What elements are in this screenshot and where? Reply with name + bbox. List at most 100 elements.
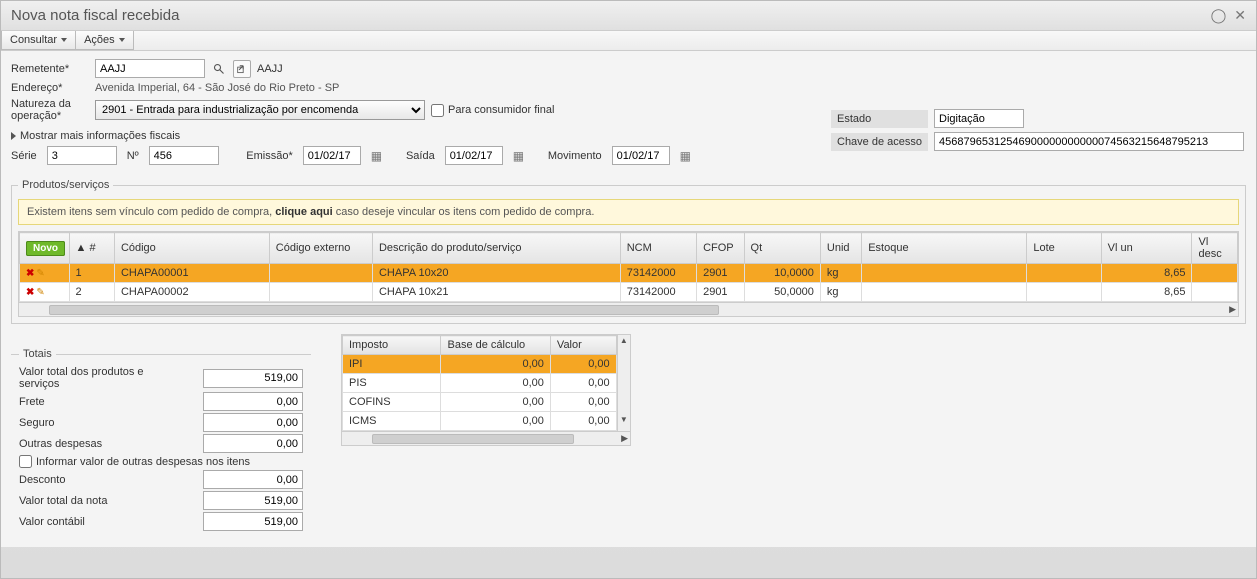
scroll-right-icon[interactable]: ▶: [1229, 304, 1236, 315]
col-imposto[interactable]: Imposto: [343, 336, 441, 355]
numero-input[interactable]: [149, 146, 219, 165]
totais-fieldset: Totais Valor total dos produtos e serviç…: [11, 348, 311, 539]
col-cfop[interactable]: CFOP: [697, 233, 744, 264]
tax-horizontal-scrollbar[interactable]: ▶: [342, 431, 630, 445]
natureza-label: Natureza da operação: [11, 98, 91, 122]
calendar-icon[interactable]: ▦: [513, 149, 524, 163]
cell-base: 0,00: [441, 355, 550, 374]
valor-nota-label: Valor total da nota: [19, 495, 107, 507]
menu-acoes[interactable]: Ações: [75, 31, 134, 50]
seguro-label: Seguro: [19, 417, 54, 429]
search-icon[interactable]: [211, 61, 227, 77]
cell-estoque: [862, 283, 1027, 302]
tax-table: Imposto Base de cálculo Valor IPI0,000,0…: [342, 335, 617, 431]
tax-row[interactable]: COFINS0,000,00: [343, 393, 617, 412]
notice-post: caso deseje vincular os itens com pedido…: [333, 206, 595, 218]
cell-valor: 0,00: [550, 374, 616, 393]
col-qt[interactable]: Qt: [744, 233, 820, 264]
numero-label: Nº: [127, 150, 139, 162]
col-cod-ext[interactable]: Código externo: [269, 233, 372, 264]
scroll-thumb[interactable]: [49, 305, 719, 315]
informar-checkbox[interactable]: Informar valor de outras despesas nos it…: [19, 455, 303, 468]
endereco-label: Endereço: [11, 82, 91, 94]
serie-input[interactable]: [47, 146, 117, 165]
cell-qt: 50,0000: [744, 283, 820, 302]
chave-field[interactable]: [934, 132, 1244, 151]
external-link-icon[interactable]: [233, 60, 251, 78]
calendar-icon[interactable]: ▦: [371, 149, 382, 163]
cell-lote: [1027, 283, 1101, 302]
consumidor-check-input[interactable]: [431, 104, 444, 117]
valor-nota-input[interactable]: [203, 491, 303, 510]
col-ncm[interactable]: NCM: [620, 233, 696, 264]
desconto-input[interactable]: [203, 470, 303, 489]
col-codigo[interactable]: Código: [114, 233, 269, 264]
seguro-input[interactable]: [203, 413, 303, 432]
chave-label: Chave de acesso: [831, 133, 928, 151]
cell-imposto: COFINS: [343, 393, 441, 412]
totais-legend: Totais: [19, 348, 56, 360]
serie-label: Série: [11, 150, 37, 162]
table-row[interactable]: ✖ ✎1CHAPA00001CHAPA 10x2073142000290110,…: [20, 264, 1238, 283]
calendar-icon[interactable]: ▦: [680, 149, 691, 163]
mostrar-mais-info[interactable]: Mostrar mais informações fiscais: [11, 130, 691, 142]
tax-row[interactable]: PIS0,000,00: [343, 374, 617, 393]
menu-consultar[interactable]: Consultar: [1, 31, 76, 50]
col-vlun[interactable]: Vl un: [1101, 233, 1192, 264]
delete-icon[interactable]: ✖: [26, 287, 34, 298]
table-row[interactable]: ✖ ✎2CHAPA00002CHAPA 10x2173142000290150,…: [20, 283, 1238, 302]
valor-total-input[interactable]: [203, 369, 303, 388]
vertical-scrollbar[interactable]: ▲ ▼: [617, 335, 630, 431]
estado-field[interactable]: [934, 109, 1024, 128]
remetente-input[interactable]: [95, 59, 205, 78]
saida-input[interactable]: [445, 146, 503, 165]
cell-valor: 0,00: [550, 355, 616, 374]
notice-link[interactable]: clique aqui: [275, 206, 332, 218]
col-lote[interactable]: Lote: [1027, 233, 1101, 264]
col-num[interactable]: ▲ #: [69, 233, 114, 264]
tax-row[interactable]: IPI0,000,00: [343, 355, 617, 374]
scroll-up-icon[interactable]: ▲: [618, 335, 630, 346]
cell-codigo: CHAPA00001: [114, 264, 269, 283]
valor-contabil-label: Valor contábil: [19, 516, 85, 528]
edit-icon[interactable]: ✎: [36, 287, 44, 298]
cell-ncm: 73142000: [620, 264, 696, 283]
edit-icon[interactable]: ✎: [36, 268, 44, 279]
movimento-input[interactable]: [612, 146, 670, 165]
tax-row[interactable]: ICMS0,000,00: [343, 412, 617, 431]
cell-imposto: IPI: [343, 355, 441, 374]
novo-button[interactable]: Novo: [26, 241, 65, 256]
cell-base: 0,00: [441, 412, 550, 431]
valor-contabil-input[interactable]: [203, 512, 303, 531]
informar-check-input[interactable]: [19, 455, 32, 468]
col-estoque[interactable]: Estoque: [862, 233, 1027, 264]
scroll-thumb[interactable]: [372, 434, 574, 444]
scroll-down-icon[interactable]: ▼: [618, 414, 630, 425]
col-unid[interactable]: Unid: [820, 233, 861, 264]
valor-total-label: Valor total dos produtos e serviços: [19, 366, 159, 390]
cell-imposto: ICMS: [343, 412, 441, 431]
products-table-wrap: Novo ▲ # Código Código externo Descrição…: [18, 231, 1239, 317]
col-descricao[interactable]: Descrição do produto/serviço: [372, 233, 620, 264]
consumidor-checkbox[interactable]: Para consumidor final: [431, 104, 554, 117]
col-valor[interactable]: Valor: [550, 336, 616, 355]
window-title: Nova nota fiscal recebida: [11, 7, 179, 24]
cell-imposto: PIS: [343, 374, 441, 393]
frete-input[interactable]: [203, 392, 303, 411]
col-base[interactable]: Base de cálculo: [441, 336, 550, 355]
natureza-select[interactable]: 2901 - Entrada para industrialização por…: [95, 100, 425, 120]
cell-vlun: 8,65: [1101, 264, 1192, 283]
col-vldesc[interactable]: Vl desc: [1192, 233, 1238, 264]
horizontal-scrollbar[interactable]: ▶: [19, 302, 1238, 316]
scroll-right-icon[interactable]: ▶: [621, 433, 628, 444]
close-icon[interactable]: ✕: [1234, 7, 1246, 24]
emissao-input[interactable]: [303, 146, 361, 165]
saida-label: Saída: [406, 150, 435, 162]
menu-acoes-label: Ações: [84, 34, 115, 46]
chevron-down-icon: [61, 38, 67, 42]
delete-icon[interactable]: ✖: [26, 268, 34, 279]
informar-label: Informar valor de outras despesas nos it…: [36, 456, 250, 468]
mais-info-label: Mostrar mais informações fiscais: [20, 130, 180, 142]
help-icon[interactable]: ◯: [1211, 7, 1227, 24]
outras-input[interactable]: [203, 434, 303, 453]
